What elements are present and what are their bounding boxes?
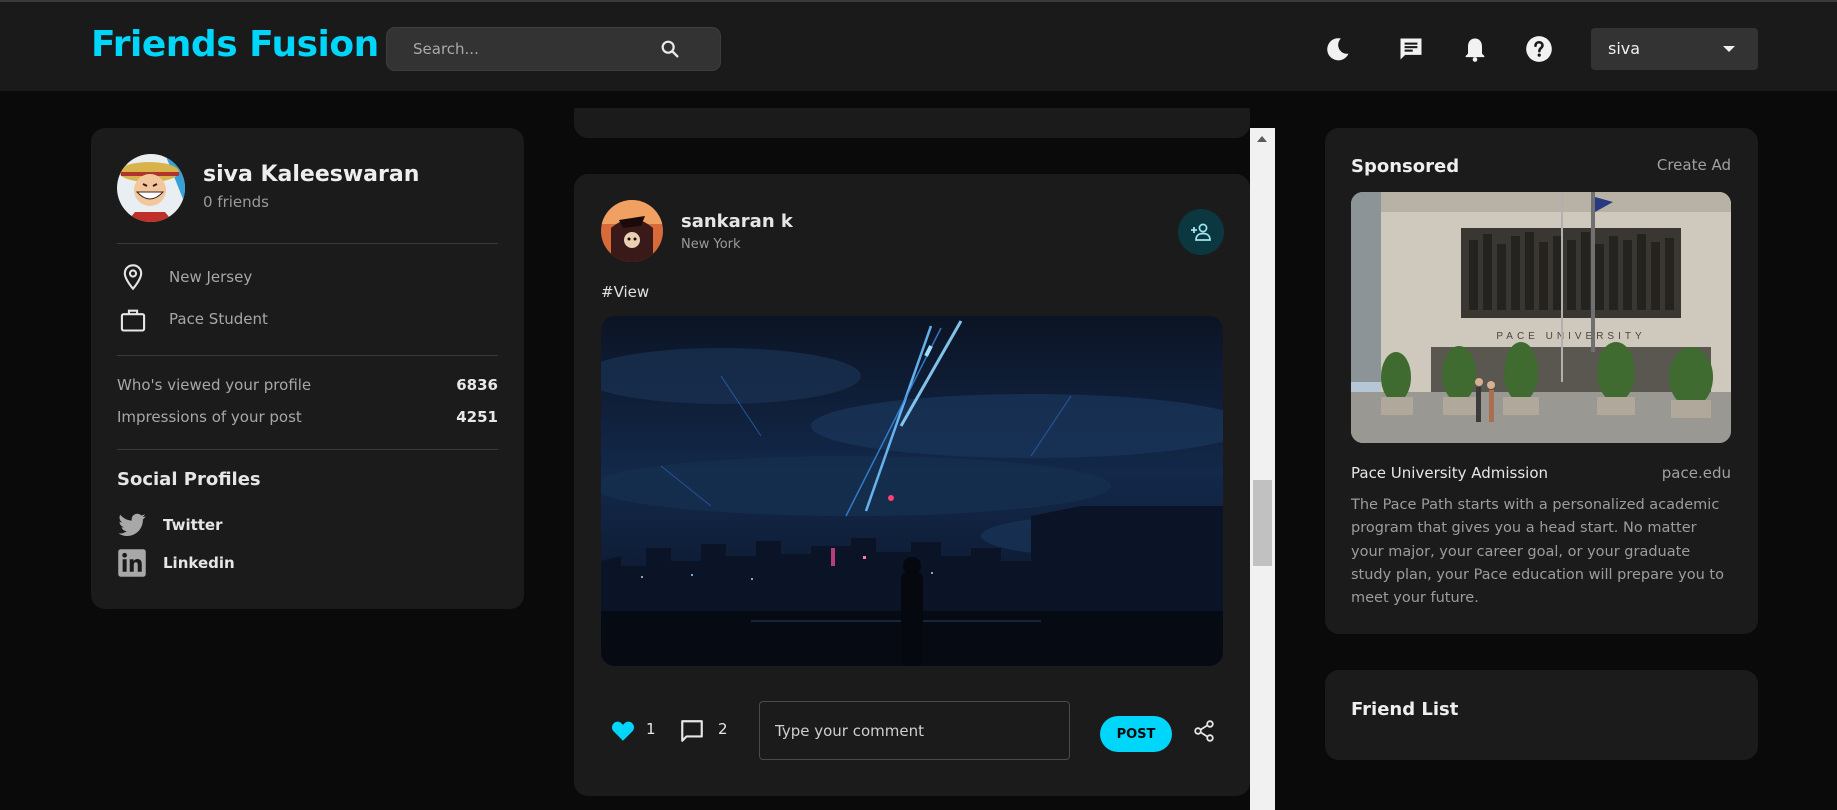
scroll-up-arrow-icon[interactable]: [1257, 136, 1267, 142]
location-pin-icon: [123, 264, 143, 291]
like-heart-icon[interactable]: [610, 718, 636, 744]
ad-description: The Pace Path starts with a personalized…: [1351, 497, 1724, 607]
create-ad-link[interactable]: Create Ad: [1657, 156, 1731, 174]
building-sign-text: PACE UNIVERSITY: [1496, 331, 1645, 342]
like-count: 1: [646, 720, 656, 738]
feed-scrollbar[interactable]: [1250, 128, 1275, 810]
comment-icon[interactable]: [679, 718, 705, 744]
post-author-name[interactable]: sankaran k: [681, 211, 793, 232]
divider: [117, 449, 498, 450]
search-bar[interactable]: [386, 27, 721, 71]
friend-list-card: Friend List: [1325, 670, 1758, 760]
linkedin-icon[interactable]: [117, 548, 147, 578]
profile-location: New Jersey: [169, 268, 253, 286]
profile-views-value: 6836: [456, 376, 498, 394]
app-logo[interactable]: Friends Fusion: [91, 24, 379, 65]
twitter-link[interactable]: Twitter: [163, 516, 223, 534]
chevron-down-icon: [1723, 46, 1735, 52]
search-icon[interactable]: [659, 38, 681, 60]
post-description: #View: [601, 283, 650, 301]
post-comment-button[interactable]: POST: [1100, 716, 1172, 752]
friend-list-heading: Friend List: [1351, 699, 1459, 720]
bell-icon[interactable]: [1461, 35, 1489, 63]
user-select[interactable]: siva: [1591, 28, 1758, 70]
ad-domain[interactable]: pace.edu: [1662, 464, 1731, 482]
profile-card: siva Kaleeswaran 0 friends New Jersey Pa…: [91, 128, 524, 609]
divider: [117, 243, 498, 244]
top-navbar: Friends Fusion siva: [0, 0, 1837, 91]
post-impressions-value: 4251: [456, 408, 498, 426]
linkedin-link[interactable]: Linkedin: [163, 554, 235, 572]
post-card: sankaran k New York #View 1 2 Type your …: [574, 174, 1250, 796]
profile-views-label: Who's viewed your profile: [117, 376, 312, 394]
previous-post-card: [574, 108, 1250, 138]
moon-icon[interactable]: [1324, 35, 1352, 63]
briefcase-icon: [120, 309, 146, 332]
add-friend-button[interactable]: [1178, 209, 1224, 255]
social-profiles-heading: Social Profiles: [117, 469, 261, 490]
person-add-icon: [1191, 223, 1211, 241]
scrollbar-thumb[interactable]: [1253, 480, 1272, 566]
user-select-value: siva: [1608, 39, 1641, 58]
divider: [117, 355, 498, 356]
ad-image[interactable]: PACE UNIVERSITY: [1351, 192, 1731, 443]
post-author-location: New York: [681, 237, 741, 252]
profile-friend-count: 0 friends: [203, 193, 269, 211]
help-icon[interactable]: [1525, 35, 1553, 63]
sponsored-heading: Sponsored: [1351, 156, 1460, 177]
search-input[interactable]: [387, 28, 667, 70]
comment-input[interactable]: [759, 701, 1070, 760]
profile-name[interactable]: siva Kaleeswaran: [203, 162, 419, 187]
post-impressions-label: Impressions of your post: [117, 408, 302, 426]
sponsored-card: Sponsored Create Ad PACE UNIVERSITY Pace…: [1325, 128, 1758, 634]
post-author-avatar[interactable]: [601, 200, 663, 262]
chat-icon[interactable]: [1397, 35, 1425, 63]
profile-occupation: Pace Student: [169, 310, 268, 328]
share-icon[interactable]: [1192, 719, 1216, 743]
ad-name[interactable]: Pace University Admission: [1351, 464, 1548, 482]
post-image[interactable]: [601, 316, 1223, 666]
profile-avatar[interactable]: [117, 154, 185, 222]
comment-count: 2: [718, 720, 728, 738]
twitter-icon[interactable]: [117, 510, 147, 540]
